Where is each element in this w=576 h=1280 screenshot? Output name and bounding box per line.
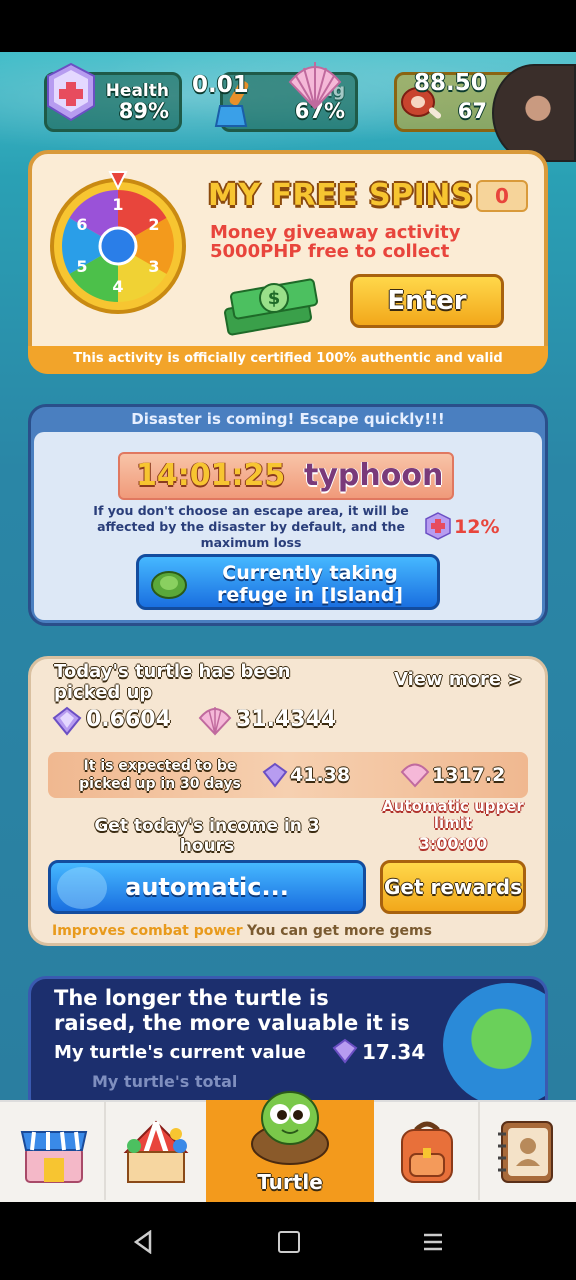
food-value: 88.50 [414, 70, 487, 96]
recents-icon[interactable] [422, 1232, 444, 1252]
certified-text: This activity is officially certified 10… [73, 351, 503, 366]
wheel-num-1: 1 [112, 195, 123, 214]
total-label: My turtle's total [92, 1072, 238, 1091]
home-icon[interactable] [278, 1231, 300, 1253]
player-avatar[interactable] [492, 64, 576, 162]
refuge-line1: Currently taking [222, 562, 398, 584]
shell-expected-icon [400, 760, 430, 788]
disaster-warning: If you don't choose an escape area, it w… [93, 503, 409, 550]
wheel-num-2: 2 [148, 215, 159, 234]
free-spins-title: MY FREE SPINS [208, 178, 474, 213]
footer-left: Improves combat power [52, 923, 243, 939]
shop-icon [18, 1118, 90, 1186]
auto-limit-time: 3:00:00 [418, 834, 488, 853]
automatic-button[interactable]: automatic... [48, 860, 366, 914]
nav-shop[interactable] [2, 1102, 104, 1200]
back-icon[interactable] [132, 1229, 154, 1255]
auto-limit-label: Automatic upper limit [382, 797, 524, 832]
spins-count-badge: 0 [476, 180, 528, 212]
contact-book-icon [492, 1118, 558, 1186]
circus-tent-icon [118, 1116, 194, 1188]
system-nav-bar [0, 1202, 576, 1280]
turtle-icon [240, 1084, 340, 1166]
first-aid-small-icon [424, 512, 452, 540]
wheel-num-6: 6 [76, 215, 87, 234]
automatic-label: automatic... [125, 873, 289, 901]
gem-expected-icon [262, 762, 288, 788]
expected-shells: 1317.2 [432, 764, 506, 786]
turtle-ghost-icon [57, 867, 107, 909]
wheel-num-3: 3 [148, 257, 159, 276]
svg-text:$: $ [268, 288, 281, 309]
income-label: Get today's income in 3 hours [94, 816, 320, 856]
backpack-icon [394, 1118, 460, 1186]
value-line2: raised, the more valuable it is [54, 1011, 410, 1035]
spin-wheel[interactable]: 1 2 3 4 5 6 [48, 168, 188, 316]
current-value-label: My turtle's current value [54, 1042, 306, 1063]
food-percent: 67 [457, 99, 487, 123]
globe-icon [443, 983, 545, 1107]
loss-percent: 12% [454, 516, 500, 538]
nav-profile[interactable] [478, 1102, 576, 1200]
value-line1: The longer the turtle is [54, 986, 329, 1010]
enter-button[interactable]: Enter [350, 274, 504, 328]
disaster-timer: 14:01:25 [136, 458, 286, 493]
giveaway-line2: 5000PHP free to collect [210, 241, 450, 262]
shell-amount: 31.4344 [236, 707, 337, 732]
status-bar [0, 0, 576, 52]
turtle-shell-icon [149, 563, 189, 603]
wheel-num-4: 4 [112, 277, 123, 296]
nav-backpack[interactable] [376, 1102, 478, 1200]
shell-icon [286, 58, 344, 110]
nav-turtle-label: Turtle [257, 1170, 323, 1194]
center-value: 0.01 [192, 72, 249, 98]
shell-amount-icon [198, 704, 232, 736]
expected-label: It is expected to be picked up in 30 day… [79, 758, 241, 792]
disaster-type: typhoon [304, 458, 444, 493]
gem-amount: 0.6604 [86, 707, 171, 732]
view-more-link[interactable]: View more > [394, 669, 522, 690]
refuge-button[interactable]: Currently taking refuge in [Island] [136, 554, 440, 610]
wheel-num-5: 5 [76, 257, 87, 276]
first-aid-icon [42, 62, 100, 124]
current-value: 17.34 [362, 1040, 426, 1064]
refuge-line2: refuge in [Island] [216, 584, 403, 606]
get-rewards-button[interactable]: Get rewards [380, 860, 526, 914]
health-value: 89% [118, 99, 169, 123]
disaster-header: Disaster is coming! Escape quickly!!! [131, 410, 445, 428]
nav-turtle[interactable]: Turtle [206, 1091, 374, 1202]
expected-gems: 41.38 [290, 764, 351, 786]
giveaway-line1: Money giveaway activity [210, 222, 461, 243]
gem-value-icon [332, 1038, 358, 1064]
footer-right: You can get more gems [247, 923, 432, 939]
gem-icon [52, 706, 82, 736]
picked-title: Today's turtle has been picked up [54, 661, 291, 703]
health-label: Health [105, 81, 169, 101]
money-stack-icon: $ [218, 268, 322, 336]
nav-circus[interactable] [104, 1102, 206, 1200]
